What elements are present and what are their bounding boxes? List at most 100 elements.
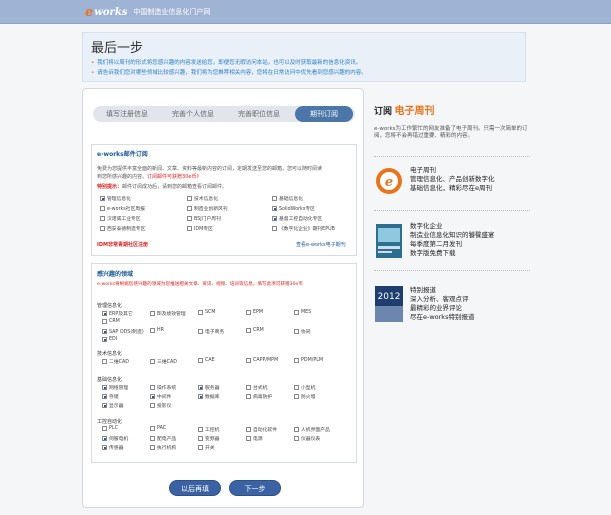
- interest-checkbox[interactable]: 服务器: [198, 384, 219, 391]
- interest-checkbox[interactable]: 人机界面产品: [294, 426, 330, 433]
- sub-checkbox[interactable]: e-works社区周报: [100, 205, 145, 212]
- interest-checkbox[interactable]: 存储: [102, 393, 119, 400]
- promo-special-report[interactable]: 2012 特别报道 深入分析、客观点评 最精彩的业界评论 尽在e-works特别…: [374, 284, 530, 328]
- checkbox-icon[interactable]: [294, 394, 299, 399]
- checkbox-icon[interactable]: [150, 426, 155, 431]
- checkbox-icon[interactable]: [198, 358, 203, 363]
- checkbox-icon[interactable]: [198, 436, 203, 441]
- site-logo[interactable]: e works 中国制造业信息化门户网: [85, 5, 210, 20]
- checkbox-checked-icon[interactable]: [272, 216, 277, 221]
- sub-checkbox[interactable]: 《数字化企业》期刊EPUB: [272, 225, 335, 232]
- interest-checkbox[interactable]: EDI: [102, 337, 117, 342]
- interest-checkbox[interactable]: SCM: [198, 310, 216, 315]
- checkbox-icon[interactable]: [100, 216, 105, 221]
- interest-checkbox[interactable]: 变频器: [198, 435, 219, 442]
- checkbox-icon[interactable]: [272, 196, 277, 201]
- checkbox-icon[interactable]: [198, 445, 203, 450]
- interest-checkbox[interactable]: 传感器: [102, 444, 123, 451]
- sub-checkbox[interactable]: SolidWorks专区: [272, 205, 315, 212]
- sub-checkbox[interactable]: 制造业创新风刊: [187, 205, 228, 212]
- checkbox-checked-icon[interactable]: [102, 311, 107, 316]
- checkbox-icon[interactable]: [198, 427, 203, 432]
- checkbox-checked-icon[interactable]: [102, 445, 107, 450]
- checkbox-icon[interactable]: [187, 196, 192, 201]
- interest-checkbox[interactable]: 台式机: [246, 384, 267, 391]
- sub-checkbox[interactable]: 基督工控自动化专区: [272, 215, 322, 222]
- checkbox-icon[interactable]: [150, 311, 155, 316]
- interest-checkbox[interactable]: 投影仪: [150, 402, 171, 409]
- promo-digital-enterprise[interactable]: 数字化企业 制造业信息化知识的饕餮盛宴 每季度第二月发刊 数字版免费下载: [374, 220, 530, 264]
- interest-checkbox[interactable]: PDM/PLM: [294, 358, 323, 363]
- checkbox-checked-icon[interactable]: [100, 196, 105, 201]
- interest-checkbox[interactable]: 二维CAD: [102, 358, 129, 365]
- interest-checkbox[interactable]: BI及绩效管理: [150, 310, 186, 317]
- sub-checkbox[interactable]: BSJ门户周刊: [187, 215, 221, 222]
- interest-checkbox[interactable]: 数据库: [198, 393, 219, 400]
- interest-checkbox[interactable]: 病毒防护: [246, 393, 272, 400]
- interest-checkbox[interactable]: 执行机构: [150, 444, 176, 451]
- checkbox-icon[interactable]: [150, 385, 155, 390]
- sub-checkbox[interactable]: 西安泰德制造专区: [100, 225, 145, 232]
- interest-checkbox[interactable]: PLC: [102, 426, 118, 431]
- interest-checkbox[interactable]: 防火墙: [294, 393, 315, 400]
- checkbox-icon[interactable]: [246, 328, 251, 333]
- checkbox-checked-icon[interactable]: [198, 385, 203, 390]
- checkbox-icon[interactable]: [294, 436, 299, 441]
- interest-checkbox[interactable]: 仪器仪表: [294, 435, 320, 442]
- step-2[interactable]: 完善个人信息: [163, 106, 223, 122]
- checkbox-icon[interactable]: [294, 358, 299, 363]
- interest-checkbox[interactable]: 自动化软件: [246, 426, 277, 433]
- checkbox-icon[interactable]: [294, 385, 299, 390]
- checkbox-icon[interactable]: [102, 319, 107, 324]
- checkbox-icon[interactable]: [198, 310, 203, 315]
- interest-checkbox[interactable]: MES: [294, 310, 311, 315]
- interest-checkbox[interactable]: PAC: [150, 426, 166, 431]
- checkbox-icon[interactable]: [102, 359, 107, 364]
- checkbox-icon[interactable]: [198, 329, 203, 334]
- sub-checkbox[interactable]: 管理信息化: [100, 195, 131, 202]
- interest-checkbox[interactable]: EPM: [246, 310, 263, 315]
- checkbox-checked-icon[interactable]: [102, 436, 107, 441]
- sub-checkbox[interactable]: 汉诺威工业专区: [100, 215, 141, 222]
- step-3[interactable]: 完善职位信息: [229, 106, 289, 122]
- interest-checkbox[interactable]: 小型机: [294, 384, 315, 391]
- checkbox-icon[interactable]: [100, 226, 105, 231]
- sub-checkbox[interactable]: IDM专区: [187, 225, 213, 232]
- interest-checkbox[interactable]: 电子商务: [198, 328, 224, 335]
- step-4-active[interactable]: 期刊订阅: [295, 106, 353, 122]
- checkbox-icon[interactable]: [294, 427, 299, 432]
- checkbox-icon[interactable]: [150, 328, 155, 333]
- view-emagazine-link[interactable]: 查看e-works电子期刊: [296, 241, 346, 248]
- promo-weekly[interactable]: e 电子周刊 管理信息化、产品创新数字化 基础信息化，精彩尽在e周刊: [374, 164, 530, 204]
- checkbox-icon[interactable]: [246, 394, 251, 399]
- interest-checkbox[interactable]: 配电产品: [150, 435, 176, 442]
- fill-later-button[interactable]: 以后再填: [169, 480, 221, 496]
- checkbox-icon[interactable]: [150, 403, 155, 408]
- interest-checkbox[interactable]: CRM: [102, 319, 120, 324]
- checkbox-icon[interactable]: [187, 206, 192, 211]
- sub-checkbox[interactable]: 基础信息化: [272, 195, 303, 202]
- checkbox-icon[interactable]: [187, 226, 192, 231]
- checkbox-icon[interactable]: [150, 359, 155, 364]
- checkbox-icon[interactable]: [246, 358, 251, 363]
- interest-checkbox[interactable]: HR: [150, 328, 164, 333]
- magazine-register-link[interactable]: IDM非常青期社区注册: [97, 241, 148, 248]
- checkbox-checked-icon[interactable]: [102, 337, 107, 342]
- interest-checkbox[interactable]: 网络管理: [102, 384, 128, 391]
- next-step-button[interactable]: 下一步: [229, 480, 281, 496]
- checkbox-icon[interactable]: [150, 436, 155, 441]
- checkbox-checked-icon[interactable]: [102, 329, 107, 334]
- checkbox-checked-icon[interactable]: [102, 394, 107, 399]
- interest-checkbox[interactable]: 三维CAD: [150, 358, 177, 365]
- checkbox-checked-icon[interactable]: [272, 206, 277, 211]
- checkbox-icon[interactable]: [187, 216, 192, 221]
- interest-checkbox[interactable]: SAP ODS(制造): [102, 328, 144, 335]
- interest-checkbox[interactable]: 显示器: [102, 402, 123, 409]
- checkbox-icon[interactable]: [246, 436, 251, 441]
- interest-checkbox[interactable]: 开关: [198, 444, 215, 451]
- interest-checkbox[interactable]: CAE: [198, 358, 215, 363]
- checkbox-icon[interactable]: [246, 310, 251, 315]
- interest-checkbox[interactable]: 工控机: [198, 426, 219, 433]
- step-1[interactable]: 填写注册信息: [97, 106, 157, 122]
- checkbox-icon[interactable]: [100, 206, 105, 211]
